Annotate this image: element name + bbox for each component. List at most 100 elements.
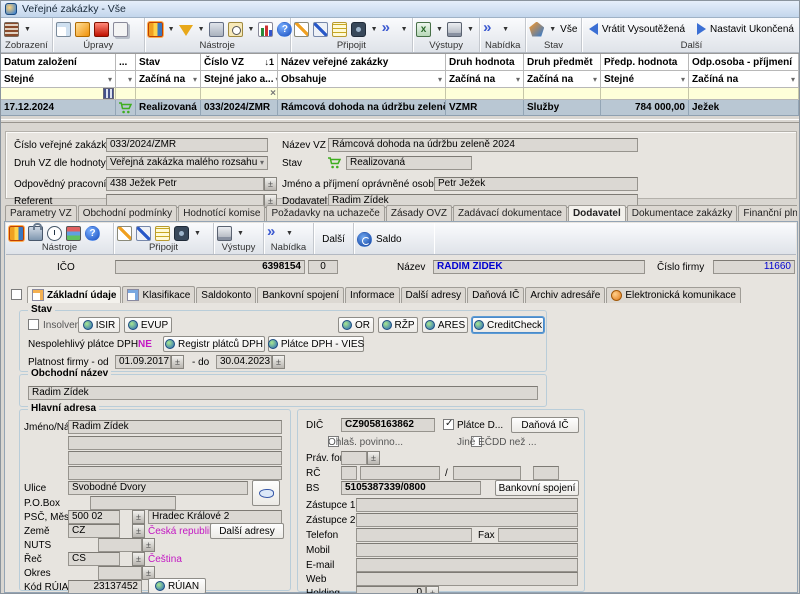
chevron-down-icon[interactable]: ▼ xyxy=(198,26,205,33)
tab-dodavatel[interactable]: Dodavatel xyxy=(568,205,626,221)
tab-pozadavky-na-uchazece[interactable]: Požadavky na uchazeče xyxy=(266,205,384,221)
rc-field-2[interactable] xyxy=(360,466,440,480)
filter-input[interactable] xyxy=(446,88,524,100)
platnost-do-spinner[interactable] xyxy=(272,355,285,369)
filter-condition[interactable]: Začíná na▾ xyxy=(136,71,201,88)
platnost-od-field[interactable]: 01.09.2017 xyxy=(115,355,171,369)
cislo-firmy-field[interactable]: 11660 xyxy=(713,260,795,274)
column-header[interactable]: Stav xyxy=(136,54,201,71)
jmeno2-field[interactable] xyxy=(68,436,282,450)
filter-icon[interactable] xyxy=(179,25,193,36)
bs-field[interactable]: 5105387339/0800 xyxy=(341,481,481,495)
clock-icon[interactable] xyxy=(47,226,62,241)
psc-picker[interactable] xyxy=(132,510,145,524)
excel-export-icon[interactable] xyxy=(416,22,431,37)
chevron-down-icon[interactable]: ▼ xyxy=(168,26,175,33)
jmeno-field[interactable]: Radim Zídek xyxy=(68,420,282,434)
mesto-field[interactable]: Hradec Králové 2 xyxy=(148,510,282,524)
nazev-firmy-field[interactable]: RADIM ZÍDEK xyxy=(433,260,645,274)
tab-financni-plneni[interactable]: Finanční plnění xyxy=(738,205,797,221)
zeme-picker[interactable] xyxy=(132,524,145,538)
filter-input[interactable] xyxy=(1,88,116,100)
filter-condition[interactable]: Začíná na▾ xyxy=(446,71,524,88)
nastavit-ukoncena-button[interactable]: Nastavit Ukončená xyxy=(693,23,798,35)
chevron-down-icon[interactable]: ▼ xyxy=(286,230,293,237)
subtab-bankovni-spojeni[interactable]: Bankovní spojení xyxy=(257,287,344,303)
bankovni-spojeni-button[interactable]: Bankovní spojení xyxy=(495,480,579,496)
attach-pen-icon[interactable] xyxy=(313,22,328,37)
odpovedny-picker-button[interactable] xyxy=(264,177,277,191)
filter-input[interactable] xyxy=(278,88,446,100)
subtab-klasifikace[interactable]: Klasifikace xyxy=(122,286,195,303)
holding-field[interactable]: 0 xyxy=(356,586,426,594)
filter-input[interactable]: × xyxy=(201,88,278,100)
ulice-field[interactable]: Svobodné Dvory xyxy=(68,481,248,495)
filter-picker-icon[interactable] xyxy=(103,88,114,99)
filter-condition[interactable]: Stejné▾ xyxy=(601,71,689,88)
ares-button[interactable]: ARES xyxy=(422,317,468,333)
platnost-od-spinner[interactable] xyxy=(171,355,184,369)
chevron-down-icon[interactable]: ▼ xyxy=(248,26,255,33)
psc-field[interactable]: 500 02 xyxy=(68,510,120,524)
nuts-picker[interactable] xyxy=(142,538,155,552)
prav-forma-field[interactable] xyxy=(341,451,367,465)
chevron-down-icon[interactable]: ▼ xyxy=(502,26,509,33)
tab-dokumentace-zakazky[interactable]: Dokumentace zakázky xyxy=(627,205,738,221)
state-pentagon-icon[interactable] xyxy=(529,22,544,37)
ruian-button[interactable]: RÚIAN xyxy=(148,578,206,594)
table-row[interactable]: 17.12.2024 Realizovaná 033/2024/ZMR Rámc… xyxy=(1,100,799,116)
menu-arrows-icon[interactable] xyxy=(267,226,281,241)
subtab-zakladni-udaje[interactable]: Základní údaje xyxy=(27,286,121,303)
okres-field[interactable] xyxy=(98,566,142,580)
chevron-down-icon[interactable]: ▼ xyxy=(467,26,474,33)
rzp-button[interactable]: RŽP xyxy=(378,317,418,333)
nuts-field[interactable] xyxy=(98,538,142,552)
filter-input[interactable] xyxy=(524,88,601,100)
subtab-elektronicka-komunikace[interactable]: Elektronická komunikace xyxy=(606,287,741,303)
nazev-vz-field[interactable]: Rámcová dohoda na údržbu zeleně 2024 xyxy=(328,138,638,152)
help-icon[interactable] xyxy=(85,226,100,241)
filter-condition[interactable]: ▾ xyxy=(116,71,136,88)
lock-icon[interactable] xyxy=(28,226,43,241)
column-header[interactable]: Číslo VZ↓1 xyxy=(201,54,278,71)
column-header[interactable]: ... xyxy=(116,54,136,71)
isir-button[interactable]: ISIR xyxy=(78,317,120,333)
help-icon[interactable] xyxy=(277,22,292,37)
chevron-down-icon[interactable]: ▼ xyxy=(549,26,556,33)
odpovedny-field[interactable]: 438 Ježek Petr xyxy=(106,177,264,191)
view-mode-icon[interactable] xyxy=(4,22,19,37)
filter-condition[interactable]: Obsahuje▾ xyxy=(278,71,446,88)
holding-picker[interactable] xyxy=(426,586,439,594)
document-list-icon[interactable] xyxy=(155,226,170,241)
subtab-saldokonto[interactable]: Saldokonto xyxy=(196,287,256,303)
mobil-field[interactable] xyxy=(356,543,578,557)
share-icon[interactable] xyxy=(382,22,396,37)
platnost-do-field[interactable]: 30.04.2023 xyxy=(216,355,272,369)
chart-icon[interactable] xyxy=(258,22,273,37)
history-icon[interactable] xyxy=(228,22,243,37)
telefon-field[interactable] xyxy=(356,528,472,542)
filter-condition[interactable]: Začíná na▾ xyxy=(689,71,799,88)
column-header[interactable]: Odp.osoba - příjmení xyxy=(689,54,799,71)
subtab-danova-ic[interactable]: Daňová IČ xyxy=(467,287,524,303)
filter-input[interactable] xyxy=(116,88,136,100)
edit-record-icon[interactable] xyxy=(75,22,90,37)
horizontal-splitter[interactable] xyxy=(1,119,799,123)
clear-filter-icon[interactable]: × xyxy=(270,88,276,99)
chevron-down-icon[interactable]: ▼ xyxy=(24,26,31,33)
zastupce1-field[interactable] xyxy=(356,498,578,512)
note-icon[interactable] xyxy=(294,22,309,37)
obchodni-nazev-field[interactable]: Radim Zídek xyxy=(28,386,538,400)
filter-condition[interactable]: Stejné▾ xyxy=(1,71,116,88)
ico-suffix-field[interactable]: 0 xyxy=(308,260,338,274)
tab-zadavaci-dokumentace[interactable]: Zadávací dokumentace xyxy=(453,205,567,221)
column-header[interactable]: Druh předmět xyxy=(524,54,601,71)
vratit-vysoutezena-button[interactable]: Vrátit Vysoutěžená xyxy=(585,23,689,35)
rc-field-1[interactable] xyxy=(341,466,357,480)
ico-field[interactable]: 6398154 xyxy=(115,260,305,274)
fax-field[interactable] xyxy=(498,528,578,542)
chevron-down-icon[interactable]: ▼ xyxy=(194,230,201,237)
tab-hodnotici-komise[interactable]: Hodnotící komise xyxy=(178,205,265,221)
web-field[interactable] xyxy=(356,572,578,586)
opravnena-field[interactable]: Petr Ježek xyxy=(434,177,638,191)
